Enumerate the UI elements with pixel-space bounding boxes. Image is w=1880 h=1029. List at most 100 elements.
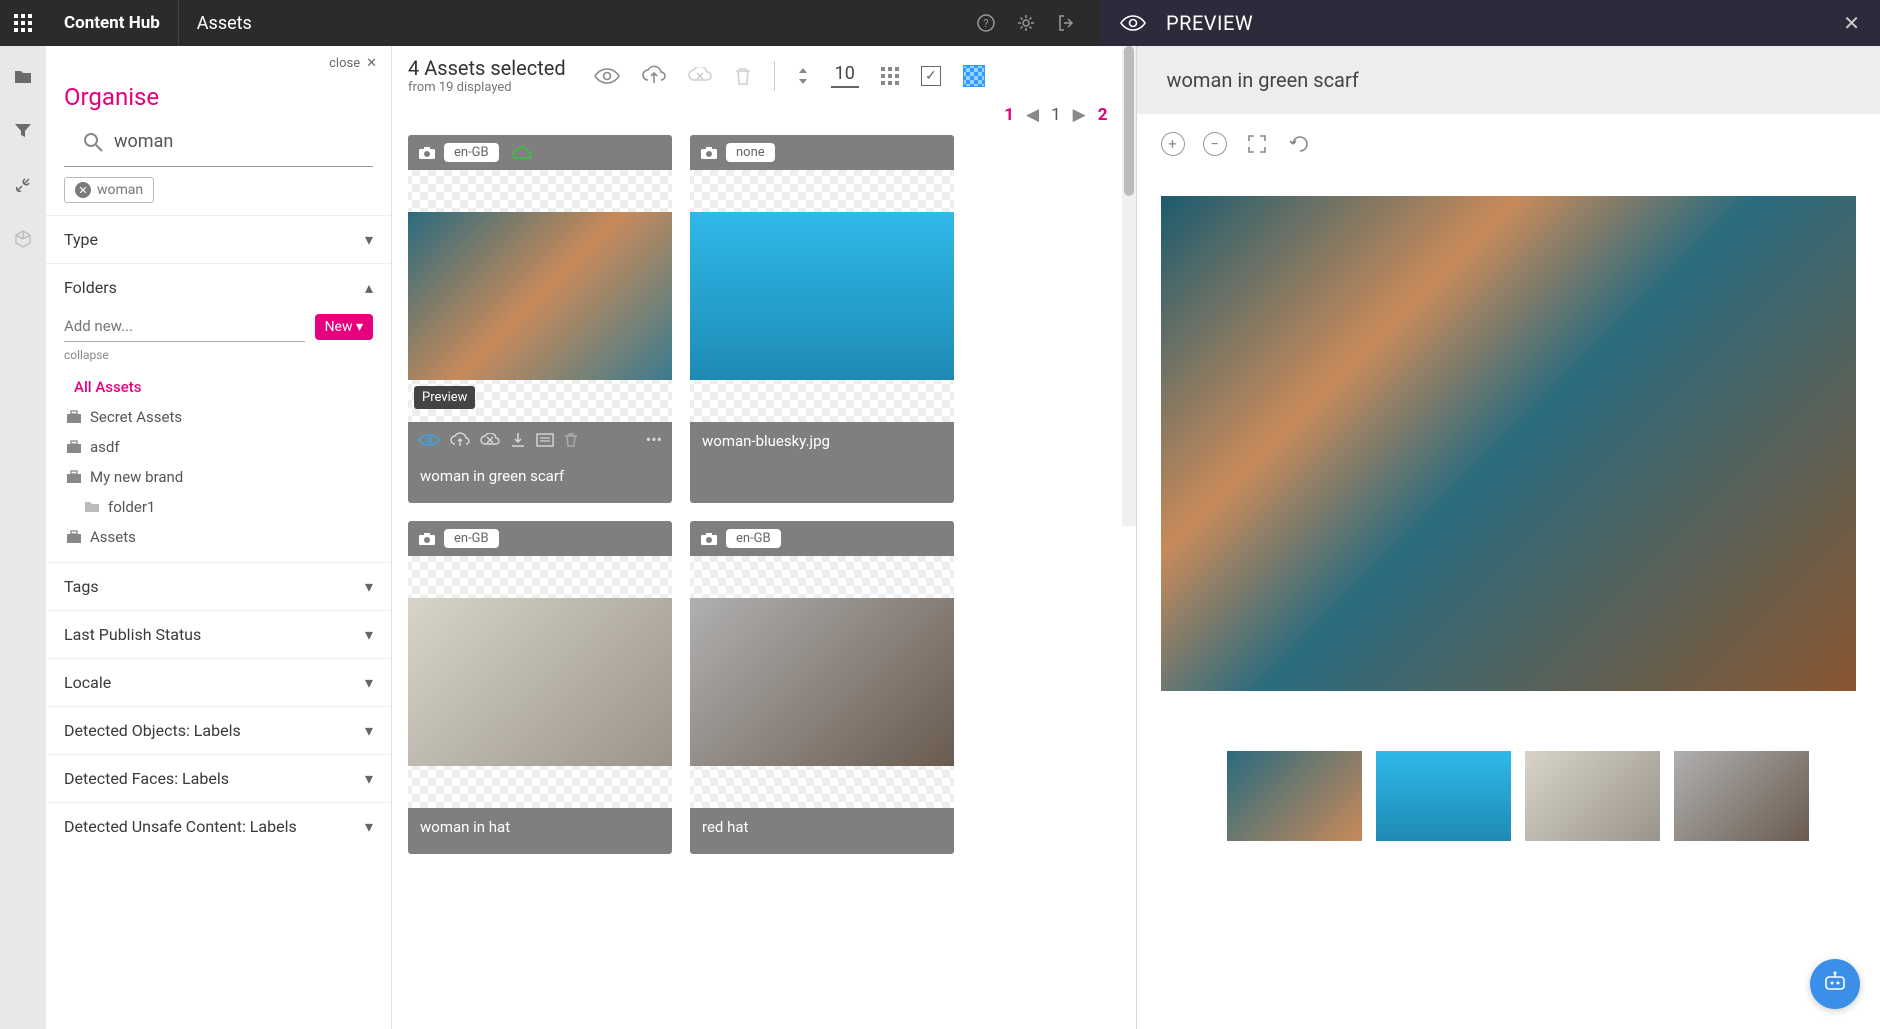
new-folder-button[interactable]: New ▾ (315, 314, 373, 340)
folder-item[interactable]: folder1 (64, 492, 373, 522)
filter-objects-label: Detected Objects: Labels (64, 721, 241, 740)
strip-thumb-1[interactable] (1227, 751, 1362, 841)
add-folder-input[interactable] (64, 311, 305, 342)
displayed-count: from 19 displayed (408, 80, 566, 95)
toolbar-sort-button[interactable] (797, 66, 809, 86)
asset-grid: en-GBPreview•••woman in green scarfnonew… (392, 135, 1136, 870)
folder-icon (13, 69, 33, 85)
help-button[interactable]: ? (976, 13, 996, 33)
chevron-down-icon: ▾ (365, 817, 373, 836)
toolbar-delete-button[interactable] (734, 66, 752, 86)
filter-faces-label: Detected Faces: Labels (64, 769, 229, 788)
asset-card[interactable]: en-GBwoman in hat (408, 521, 672, 854)
strip-thumb-3[interactable] (1525, 751, 1660, 841)
card-unpublish-button[interactable] (480, 433, 500, 447)
fullscreen-button[interactable] (1245, 132, 1269, 156)
filter-tags-label: Tags (64, 577, 99, 596)
toolbar-grid-view-button[interactable] (881, 67, 899, 85)
page-current: 1 (1051, 105, 1061, 125)
preview-panel: woman in green scarf + − (1136, 46, 1880, 1029)
chatbot-icon (1822, 971, 1848, 997)
page-next-button[interactable]: ▶ (1073, 105, 1086, 125)
filter-faces-toggle[interactable]: Detected Faces: Labels▾ (46, 755, 391, 802)
folder-label: folder1 (108, 498, 155, 516)
toolbar-unpublish-button[interactable] (688, 67, 712, 85)
thumbnail[interactable] (408, 598, 672, 766)
preview-image[interactable] (1161, 196, 1857, 691)
chat-help-button[interactable] (1810, 959, 1860, 1009)
asset-card[interactable]: en-GBred hat (690, 521, 954, 854)
fullscreen-icon (1248, 135, 1266, 153)
rail-folder-button[interactable] (0, 54, 46, 100)
thumbnail[interactable] (408, 212, 672, 380)
card-header: en-GB (408, 521, 672, 556)
scrollbar[interactable] (1122, 46, 1136, 526)
locale-badge: en-GB (726, 529, 781, 548)
camera-icon (700, 146, 718, 160)
brand-logo[interactable]: Content Hub (46, 0, 179, 46)
camera-icon (418, 532, 436, 546)
page-1-link[interactable]: 1 (1004, 105, 1014, 125)
thumbnail[interactable] (690, 598, 954, 766)
rail-tools-button[interactable] (0, 162, 46, 208)
rail-package-button[interactable] (0, 216, 46, 262)
folder-item[interactable]: Secret Assets (64, 402, 373, 432)
sidebar-close-button[interactable]: close ✕ (329, 56, 377, 71)
filter-publish-toggle[interactable]: Last Publish Status▾ (46, 611, 391, 658)
card-more-button[interactable]: ••• (646, 430, 662, 449)
page-size[interactable]: 10 (831, 63, 859, 88)
sidebar-title: Organise (46, 71, 391, 125)
toolbar-select-button[interactable]: ✓ (921, 66, 941, 86)
preview-eye-icon (1120, 14, 1146, 32)
thumbnail[interactable] (690, 212, 954, 380)
sort-icon (797, 66, 809, 86)
briefcase-icon (66, 470, 82, 484)
strip-thumb-4[interactable] (1674, 751, 1809, 841)
close-label: close (329, 56, 360, 71)
card-delete-button[interactable] (564, 432, 578, 448)
folder-item[interactable]: My new brand (64, 462, 373, 492)
briefcase-icon (66, 530, 82, 544)
filter-locale-toggle[interactable]: Locale▾ (46, 659, 391, 706)
strip-thumb-2[interactable] (1376, 751, 1511, 841)
settings-button[interactable] (1016, 13, 1036, 33)
rail-filter-button[interactable] (0, 108, 46, 154)
toolbar-upload-button[interactable] (642, 65, 666, 87)
folder-item[interactable]: asdf (64, 432, 373, 462)
preview-close-button[interactable]: ✕ (1843, 11, 1860, 35)
search-chip[interactable]: ✕ woman (64, 177, 154, 203)
page-prev-button[interactable]: ◀ (1026, 105, 1039, 125)
help-icon: ? (976, 13, 996, 33)
filter-folders-toggle[interactable]: Folders ▴ (46, 264, 391, 311)
card-preview-button[interactable] (418, 433, 440, 447)
zoom-out-button[interactable]: − (1203, 132, 1227, 156)
folder-item[interactable]: All Assets (64, 372, 373, 402)
chevron-up-icon: ▴ (365, 278, 373, 297)
thumbnail-wrap (690, 170, 954, 422)
asset-card[interactable]: en-GBPreview•••woman in green scarf (408, 135, 672, 503)
apps-menu-button[interactable] (0, 0, 46, 46)
toolbar-select-all-button[interactable] (963, 65, 985, 87)
collapse-link[interactable]: collapse (64, 348, 373, 362)
reset-button[interactable] (1287, 132, 1311, 156)
zoom-in-button[interactable]: + (1161, 132, 1185, 156)
grid-icon (14, 14, 32, 32)
main-column: Content Hub Assets ? PREVIEW ✕ close ✕ (46, 0, 1880, 1029)
folder-item[interactable]: Assets (64, 522, 373, 552)
logout-button[interactable] (1056, 13, 1076, 33)
filter-type-toggle[interactable]: Type ▾ (46, 216, 391, 263)
folder-label: asdf (90, 438, 120, 456)
card-download-button[interactable] (510, 432, 526, 448)
chip-remove-icon[interactable]: ✕ (75, 182, 91, 198)
asset-card[interactable]: nonewoman-bluesky.jpg (690, 135, 954, 503)
page-2-link[interactable]: 2 (1098, 105, 1108, 125)
filter-objects-toggle[interactable]: Detected Objects: Labels▾ (46, 707, 391, 754)
camera-icon (418, 146, 436, 160)
card-edit-button[interactable] (536, 433, 554, 447)
toolbar-preview-button[interactable] (594, 67, 620, 85)
search-input[interactable] (104, 125, 355, 158)
card-publish-button[interactable] (450, 432, 470, 448)
filter-tags-toggle[interactable]: Tags▾ (46, 563, 391, 610)
folder-label: My new brand (90, 468, 183, 486)
filter-unsafe-toggle[interactable]: Detected Unsafe Content: Labels▾ (46, 803, 391, 850)
